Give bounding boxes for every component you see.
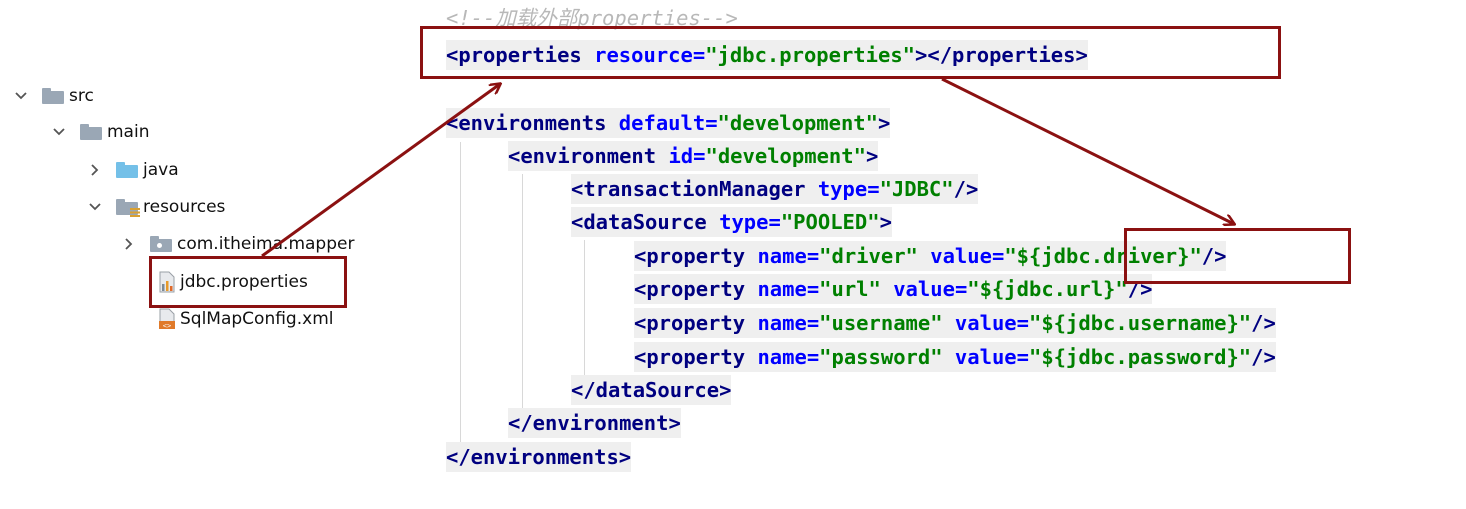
arrow-to-jdbc-driver: [941, 77, 1234, 224]
arrow-to-properties-line: [261, 84, 500, 258]
annotation-arrows: [261, 77, 1466, 258]
